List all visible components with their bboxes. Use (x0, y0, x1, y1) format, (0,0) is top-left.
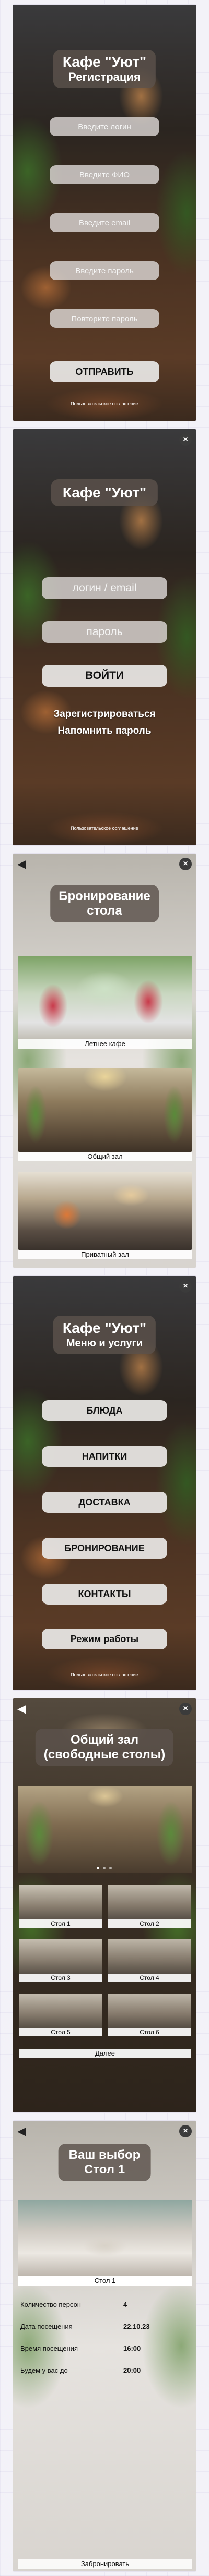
until-label: Будем у вас до (20, 2366, 68, 2374)
table-photo (19, 1939, 102, 1974)
time-value: 16:00 (123, 2344, 141, 2352)
user-agreement-link[interactable]: Пользовательское соглашение (71, 825, 138, 831)
table-card-5[interactable]: Стол 5 (19, 1994, 102, 2036)
table-caption: Стол 1 (18, 2276, 192, 2286)
table-photo (19, 1994, 102, 2028)
until-value: 20:00 (123, 2366, 141, 2374)
hall-card-summer[interactable]: Летнее кафе (18, 956, 192, 1049)
table-label: Стол 4 (108, 1974, 191, 1982)
carousel-dot[interactable] (97, 1867, 99, 1869)
working-hours-button[interactable]: Режим работы (42, 1629, 167, 1649)
close-icon[interactable]: × (179, 1703, 192, 1715)
table-photo (108, 1939, 191, 1974)
password-field[interactable] (50, 261, 159, 280)
next-button[interactable]: Далее (19, 2049, 191, 2058)
hall-photo (18, 1068, 192, 1152)
remind-password-link[interactable]: Напомнить пароль (57, 725, 151, 737)
table-label: Стол 2 (108, 1919, 191, 1928)
hall-label: Общий зал (18, 1152, 192, 1161)
close-icon[interactable]: × (179, 433, 192, 446)
hall-carousel[interactable] (18, 1786, 192, 1873)
registration-screen: Кафе "Уют" Регистрация ОТПРАВИТЬ Пользов… (13, 4, 196, 421)
table-card-2[interactable]: Стол 2 (108, 1885, 191, 1928)
carousel-dot[interactable] (109, 1867, 112, 1869)
booking-details-screen: ◀ × Ваш выбор Стол 1 Стол 1 Количество п… (13, 2120, 196, 2572)
time-row[interactable]: Время посещения 16:00 (16, 2342, 194, 2355)
table-photo (108, 1994, 191, 2028)
persons-value: 4 (123, 2301, 127, 2308)
carousel-dot[interactable] (103, 1867, 106, 1869)
register-link[interactable]: Зарегистрироваться (53, 709, 155, 720)
table-label: Стол 6 (108, 2028, 191, 2036)
back-icon[interactable]: ◀ (17, 858, 28, 870)
page-title: Бронирование стола (50, 885, 159, 922)
persons-row[interactable]: Количество персон 4 (16, 2298, 194, 2312)
close-icon[interactable]: × (179, 2125, 192, 2137)
date-label: Дата посещения (20, 2323, 73, 2330)
close-icon[interactable]: × (179, 1280, 192, 1293)
contacts-button[interactable]: КОНТАКТЫ (42, 1584, 167, 1605)
booking-button[interactable]: БРОНИРОВАНИЕ (42, 1538, 167, 1559)
page-title: Кафе "Уют" Регистрация (53, 50, 156, 88)
table-photo (19, 1885, 102, 1919)
user-agreement-link[interactable]: Пользовательское соглашение (71, 1672, 138, 1678)
table-photo (108, 1885, 191, 1919)
page-title: Кафе "Уют" (51, 479, 158, 506)
table-label: Стол 5 (19, 2028, 102, 2036)
book-button[interactable]: Забронировать (18, 2559, 192, 2569)
email-field[interactable] (50, 213, 159, 232)
login-field[interactable] (50, 117, 159, 136)
dishes-button[interactable]: БЛЮДА (42, 1400, 167, 1421)
password-field[interactable] (42, 621, 167, 643)
hall-label: Приватный зал (18, 1250, 192, 1259)
user-agreement-link[interactable]: Пользовательское соглашение (71, 401, 138, 406)
table-label: Стол 1 (19, 1919, 102, 1928)
table-label: Стол 3 (19, 1974, 102, 1982)
date-row[interactable]: Дата посещения 22.10.23 (16, 2320, 194, 2334)
back-icon[interactable]: ◀ (17, 2125, 28, 2137)
menu-screen: × Кафе "Уют" Меню и услуги БЛЮДА НАПИТКИ… (13, 1275, 196, 1691)
repeat-password-field[interactable] (50, 309, 159, 328)
table-card-3[interactable]: Стол 3 (19, 1939, 102, 1982)
table-card-4[interactable]: Стол 4 (108, 1939, 191, 1982)
fullname-field[interactable] (50, 165, 159, 184)
page-title: Кафе "Уют" Меню и услуги (53, 1316, 156, 1354)
booking-halls-screen: ◀ × Бронирование стола Летнее кафе Общий… (13, 853, 196, 1268)
drinks-button[interactable]: НАПИТКИ (42, 1446, 167, 1467)
table-photo (18, 2200, 192, 2276)
login-button[interactable]: ВОЙТИ (42, 665, 167, 687)
submit-button[interactable]: ОТПРАВИТЬ (50, 361, 159, 382)
date-value: 22.10.23 (123, 2323, 150, 2330)
close-icon[interactable]: × (179, 858, 192, 870)
time-label: Время посещения (20, 2344, 78, 2352)
page-title: Ваш выбор Стол 1 (58, 2144, 151, 2181)
hall-photo (18, 956, 192, 1039)
hall-photo (18, 1172, 192, 1250)
hall-card-common[interactable]: Общий зал (18, 1068, 192, 1161)
persons-label: Количество персон (20, 2301, 81, 2308)
table-card-6[interactable]: Стол 6 (108, 1994, 191, 2036)
until-row[interactable]: Будем у вас до 20:00 (16, 2364, 194, 2377)
page-title: Общий зал (свободные столы) (35, 1729, 174, 1766)
free-tables-screen: ◀ × Общий зал (свободные столы) Стол 1 С… (13, 1698, 196, 2113)
hall-label: Летнее кафе (18, 1039, 192, 1049)
delivery-button[interactable]: ДОСТАВКА (42, 1492, 167, 1513)
back-icon[interactable]: ◀ (17, 1703, 28, 1715)
table-card-1[interactable]: Стол 1 (19, 1885, 102, 1928)
login-screen: × Кафе "Уют" ВОЙТИ Зарегистрироваться На… (13, 429, 196, 846)
login-email-field[interactable] (42, 577, 167, 599)
hall-card-private[interactable]: Приватный зал (18, 1172, 192, 1259)
